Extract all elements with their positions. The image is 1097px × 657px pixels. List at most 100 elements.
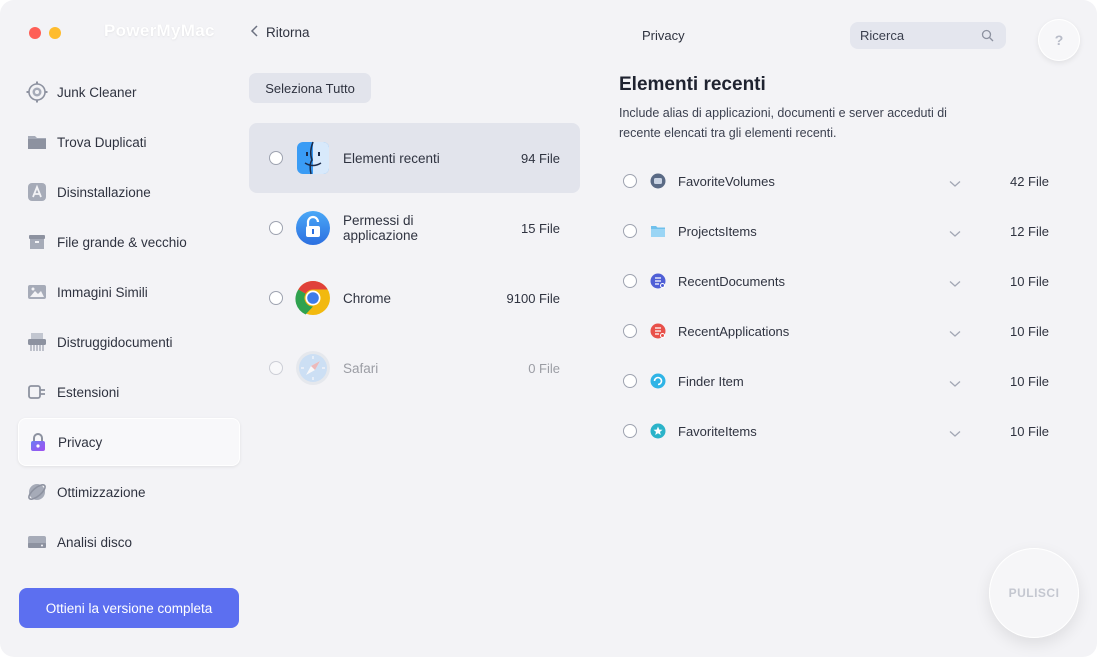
row-radio[interactable] — [623, 424, 637, 438]
app-window: PowerMyMac Junk Cleaner Trova Duplicati … — [0, 0, 1097, 657]
application-icon — [650, 323, 666, 339]
sidebar-item-label: Privacy — [58, 434, 103, 450]
disk-icon — [26, 531, 48, 553]
browser-name: Safari — [343, 360, 379, 376]
list-item-recent-applications[interactable]: RecentApplications 10 File — [619, 306, 1055, 356]
chrome-icon — [295, 280, 331, 316]
list-item-favorite-items[interactable]: FavoriteItems 10 File — [619, 406, 1055, 456]
browser-row-chrome[interactable]: Chrome 9100 File — [249, 263, 580, 333]
list-item-finder-item[interactable]: Finder Item 10 File — [619, 356, 1055, 406]
row-radio[interactable] — [623, 374, 637, 388]
sidebar-item-label: Disinstallazione — [57, 184, 151, 200]
finder-icon — [295, 140, 331, 176]
item-name: RecentDocuments — [678, 273, 785, 289]
row-radio[interactable] — [623, 274, 637, 288]
get-full-version-button[interactable]: Ottieni la versione completa — [19, 588, 239, 628]
row-radio[interactable] — [623, 324, 637, 338]
sidebar-item-estensioni[interactable]: Estensioni — [18, 368, 240, 416]
chevron-down-icon[interactable] — [949, 325, 961, 343]
sidebar-item-analisi-disco[interactable]: Analisi disco — [18, 518, 240, 566]
browser-name: Permessi di applicazione — [343, 213, 419, 243]
chevron-down-icon[interactable] — [949, 275, 961, 293]
sidebar-item-disinstallazione[interactable]: Disinstallazione — [18, 168, 240, 216]
sidebar-item-label: Distruggidocumenti — [57, 334, 173, 350]
clean-button[interactable]: PULISCI — [989, 548, 1079, 638]
browser-row-permessi[interactable]: Permessi di applicazione 15 File — [249, 193, 580, 263]
row-radio[interactable] — [269, 151, 283, 165]
chevron-left-icon — [250, 25, 260, 40]
file-count: 10 File — [1009, 273, 1049, 289]
sidebar-item-label: Trova Duplicati — [57, 134, 147, 150]
gear-target-icon — [26, 81, 48, 103]
row-radio — [269, 361, 283, 375]
sidebar-item-trova-duplicati[interactable]: Trova Duplicati — [18, 118, 240, 166]
list-item-recent-documents[interactable]: RecentDocuments 10 File — [619, 256, 1055, 306]
sidebar-item-ottimizzazione[interactable]: Ottimizzazione — [18, 468, 240, 516]
search-icon[interactable] — [981, 29, 994, 45]
close-window-button[interactable] — [29, 27, 41, 39]
chevron-down-icon[interactable] — [949, 225, 961, 243]
browser-row-elementi-recenti[interactable]: Elementi recenti 94 File — [249, 123, 580, 193]
plug-icon — [26, 381, 48, 403]
app-title: PowerMyMac — [104, 21, 215, 40]
file-count: 42 File — [1009, 173, 1049, 189]
sidebar-item-immagini-simili[interactable]: Immagini Simili — [18, 268, 240, 316]
search-box — [850, 22, 1006, 49]
file-count: 0 File — [528, 360, 560, 376]
detail-description: Include alias di applicazioni, documenti… — [619, 106, 947, 140]
item-name: RecentApplications — [678, 323, 790, 339]
browser-name: Chrome — [343, 290, 392, 306]
finder-item-icon — [650, 373, 666, 389]
sidebar-item-distruggidocumenti[interactable]: Distruggidocumenti — [18, 318, 240, 366]
file-count: 12 File — [1009, 223, 1049, 239]
app-store-icon — [26, 181, 48, 203]
shredder-icon — [26, 331, 48, 353]
sidebar-item-label: Immagini Simili — [57, 284, 148, 300]
sidebar: Junk Cleaner Trova Duplicati Disinstalla… — [18, 68, 240, 568]
list-item-projects-items[interactable]: ProjectsItems 12 File — [619, 206, 1055, 256]
star-icon — [650, 423, 666, 439]
minimize-window-button[interactable] — [49, 27, 61, 39]
chevron-down-icon[interactable] — [949, 375, 961, 393]
search-input[interactable] — [860, 28, 970, 43]
volume-icon — [650, 173, 666, 189]
item-name: ProjectsItems — [678, 223, 757, 239]
browser-name: Elementi recenti — [343, 150, 440, 166]
sidebar-item-label: File grande & vecchio — [57, 234, 187, 250]
chevron-down-icon[interactable] — [949, 175, 961, 193]
file-count: 9100 File — [506, 290, 560, 306]
lock-icon — [27, 431, 49, 453]
sidebar-item-junk-cleaner[interactable]: Junk Cleaner — [18, 68, 240, 116]
row-radio[interactable] — [623, 224, 637, 238]
folder-icon — [650, 223, 666, 239]
sidebar-item-file-grande[interactable]: File grande & vecchio — [18, 218, 240, 266]
file-count: 94 File — [520, 150, 560, 166]
page-title: Privacy — [642, 28, 685, 43]
sidebar-item-label: Ottimizzazione — [57, 484, 146, 500]
unlock-icon — [295, 210, 331, 246]
browser-list: Elementi recenti 94 File Permessi di app… — [249, 123, 580, 403]
detail-title: Elementi recenti — [619, 74, 766, 95]
file-count: 10 File — [1009, 373, 1049, 389]
safari-icon — [295, 350, 331, 386]
detail-item-list: FavoriteVolumes 42 File ProjectsItems 12… — [619, 156, 1055, 456]
item-name: Finder Item — [678, 373, 744, 389]
row-radio[interactable] — [269, 291, 283, 305]
file-count: 15 File — [520, 220, 560, 236]
sidebar-item-label: Estensioni — [57, 384, 120, 400]
list-item-favorite-volumes[interactable]: FavoriteVolumes 42 File — [619, 156, 1055, 206]
folder-icon — [26, 131, 48, 153]
row-radio[interactable] — [269, 221, 283, 235]
sidebar-item-label: Analisi disco — [57, 534, 133, 550]
sidebar-item-label: Junk Cleaner — [57, 84, 137, 100]
help-button[interactable]: ? — [1038, 19, 1080, 61]
item-name: FavoriteItems — [678, 423, 757, 439]
chevron-down-icon[interactable] — [949, 425, 961, 443]
sidebar-item-privacy[interactable]: Privacy — [18, 418, 240, 466]
document-icon — [650, 273, 666, 289]
file-count: 10 File — [1009, 323, 1049, 339]
select-all-button[interactable]: Seleziona Tutto — [249, 73, 371, 103]
optimize-icon — [26, 481, 48, 503]
row-radio[interactable] — [623, 174, 637, 188]
back-button[interactable]: Ritorna — [250, 25, 310, 40]
